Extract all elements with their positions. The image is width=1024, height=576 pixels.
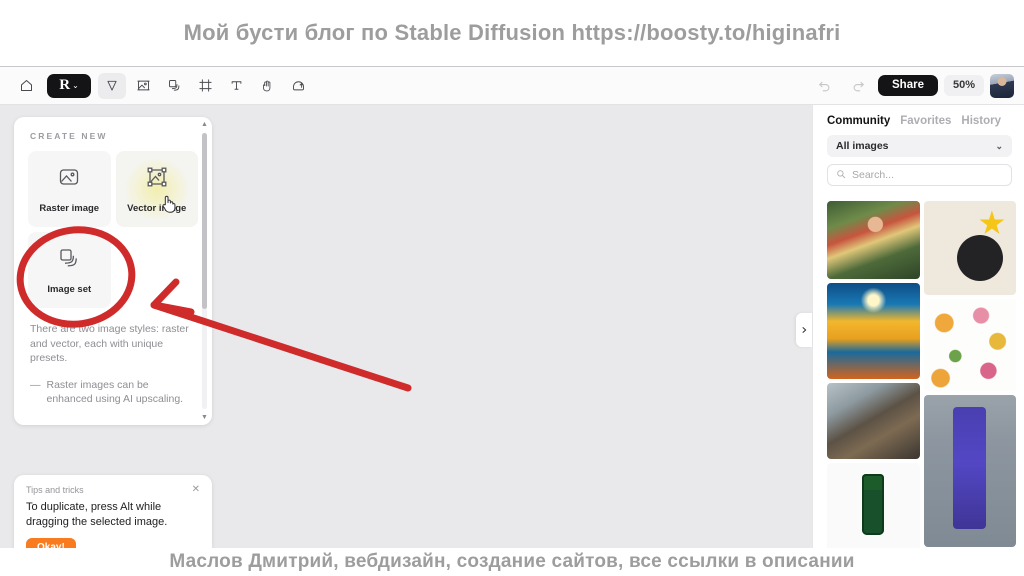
thumb-vegetable-pattern[interactable]	[923, 299, 1016, 391]
image-set-label: Image set	[47, 283, 92, 295]
scroll-up-icon[interactable]: ▲	[201, 121, 208, 128]
screenshot-root: Мой бусти блог по Stable Diffusion https…	[0, 0, 1024, 576]
thumb-angel-wings-landscape[interactable]	[827, 283, 920, 379]
chevron-down-icon: ⌄	[72, 81, 79, 90]
scroll-down-icon[interactable]: ▼	[201, 414, 208, 421]
hand-icon[interactable]	[253, 73, 281, 99]
crop-frame-icon[interactable]	[191, 73, 219, 99]
cursor-icon[interactable]	[98, 72, 126, 99]
gallery-search-field[interactable]: Search...	[827, 164, 1012, 186]
tips-header: Tips and tricks ✕	[26, 485, 200, 496]
gallery-tabs: Community Favorites History	[813, 105, 1024, 133]
logo-mark: R	[59, 77, 71, 93]
app-window: R ⌄ Share 50% CREATE NEW Raster image Ve…	[0, 66, 1024, 548]
toolbar-left-group: R ⌄	[0, 72, 312, 99]
top-banner: Мой бусти блог по Stable Diffusion https…	[0, 0, 1024, 66]
gallery-filter-dropdown[interactable]: All images ⌄	[827, 135, 1012, 157]
tips-title: Tips and tricks	[26, 485, 84, 495]
gallery-column-right	[923, 201, 1016, 548]
layers-stack-icon[interactable]	[160, 73, 188, 99]
gallery-grid	[827, 201, 1016, 548]
panel-body-text: There are two image styles: raster and v…	[30, 323, 189, 364]
canvas-area[interactable]: CREATE NEW Raster image Vector image Ima…	[0, 105, 1024, 548]
redo-arrow-icon[interactable]	[844, 73, 872, 99]
image-set-icon	[57, 246, 81, 275]
text-t-icon[interactable]	[222, 73, 250, 99]
create-new-panel: CREATE NEW Raster image Vector image Ima…	[14, 117, 212, 425]
tips-okay-button[interactable]: Okay!	[26, 538, 76, 548]
tab-history[interactable]: History	[961, 115, 1001, 127]
vector-image-label: Vector image	[127, 202, 187, 214]
tab-favorites[interactable]: Favorites	[900, 115, 951, 127]
zoom-level-button[interactable]: 50%	[943, 75, 984, 96]
panel-collapse-handle[interactable]	[796, 313, 812, 347]
share-button[interactable]: Share	[878, 74, 938, 97]
thumb-cartoon-bomb[interactable]	[923, 201, 1016, 295]
home-icon[interactable]	[12, 73, 40, 99]
raster-image-tile[interactable]: Raster image	[28, 151, 111, 227]
tips-and-tricks-card: Tips and tricks ✕ To duplicate, press Al…	[14, 475, 212, 548]
raster-image-icon	[57, 165, 81, 194]
gallery-panel: Community Favorites History All images ⌄…	[812, 105, 1024, 548]
bullet-dash: —	[30, 378, 41, 391]
thumb-fernet-bottle[interactable]	[827, 463, 920, 548]
create-tile-grid: Raster image Vector image Image set	[14, 151, 212, 308]
image-set-tile[interactable]: Image set	[28, 232, 111, 308]
upload-arrow-icon[interactable]	[284, 73, 312, 99]
tab-community[interactable]: Community	[827, 115, 890, 127]
bottom-banner: Маслов Дмитрий, вебдизайн, создание сайт…	[0, 548, 1024, 576]
scrollbar-thumb[interactable]	[202, 133, 207, 309]
gallery-column-left	[827, 201, 920, 548]
close-icon[interactable]: ✕	[192, 485, 200, 495]
bottom-banner-text: Маслов Дмитрий, вебдизайн, создание сайт…	[169, 551, 855, 572]
avatar[interactable]	[990, 73, 1014, 98]
chevron-down-icon: ⌄	[995, 140, 1003, 151]
bullet-text: Raster images can be enhanced using AI u…	[46, 378, 184, 406]
pointer-hand-cursor	[160, 194, 176, 219]
image-frame-icon[interactable]	[129, 73, 157, 99]
thumb-man-purple-suit[interactable]	[923, 395, 1016, 547]
thumb-warrior-axe[interactable]	[827, 383, 920, 459]
panel-bullet: — Raster images can be enhanced using AI…	[30, 378, 196, 407]
tips-body-text: To duplicate, press Alt while dragging t…	[26, 501, 168, 528]
search-placeholder: Search...	[852, 169, 895, 181]
search-icon	[836, 169, 846, 182]
top-banner-text: Мой бусти блог по Stable Diffusion https…	[183, 20, 841, 45]
gallery-filter-value: All images	[836, 140, 889, 152]
panel-scrollbar[interactable]: ▲ ▼	[199, 121, 210, 421]
app-logo-button[interactable]: R ⌄	[47, 73, 91, 98]
toolbar-right-group: Share 50%	[810, 73, 1024, 99]
undo-arrow-icon[interactable]	[810, 73, 838, 99]
panel-description: There are two image styles: raster and v…	[14, 308, 212, 407]
toolbar: R ⌄ Share 50%	[0, 67, 1024, 105]
create-new-heading: CREATE NEW	[30, 131, 108, 141]
raster-image-label: Raster image	[39, 202, 100, 214]
vector-image-tile[interactable]: Vector image	[115, 151, 198, 227]
vector-image-icon	[145, 165, 169, 194]
thumb-girl-flower-crown[interactable]	[827, 201, 920, 279]
